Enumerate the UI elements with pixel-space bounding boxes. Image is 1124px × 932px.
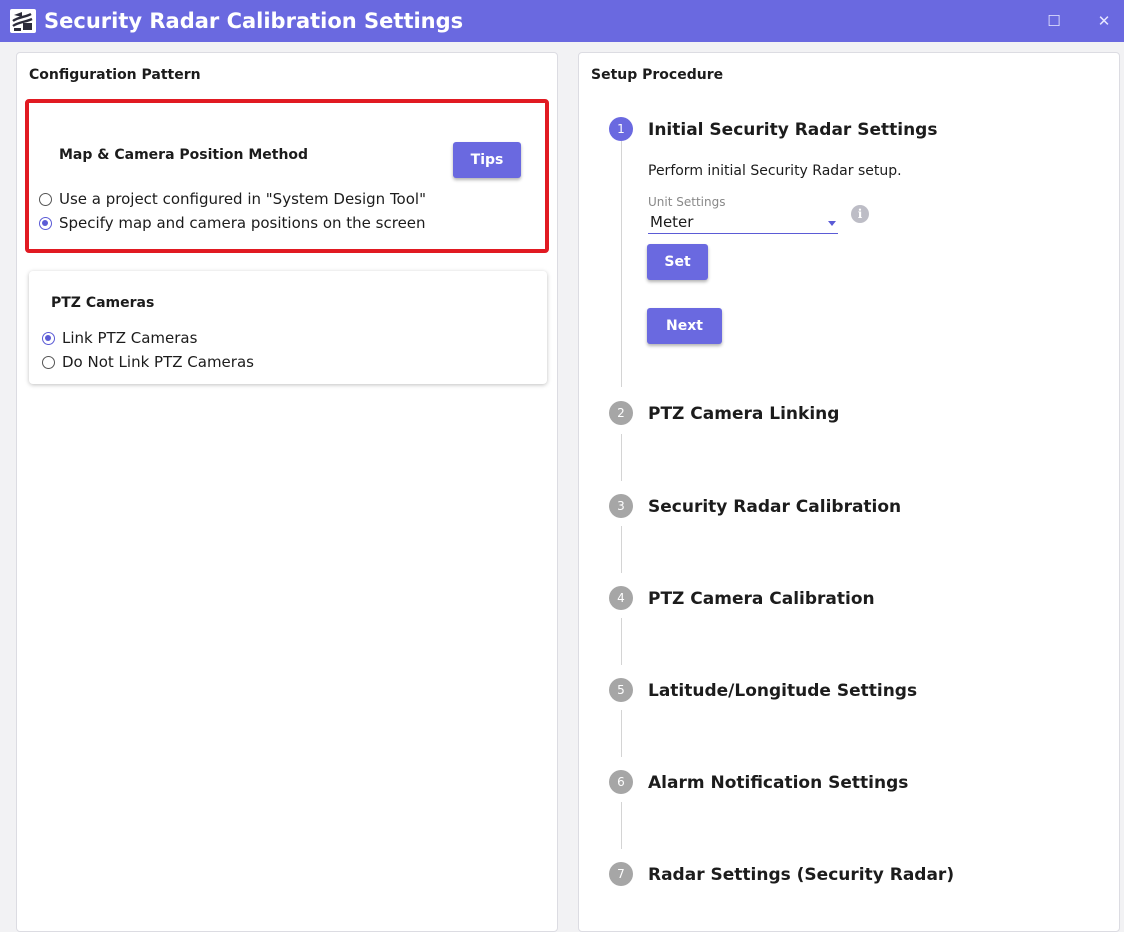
set-button[interactable]: Set — [647, 244, 708, 280]
radio-use-system-design-project[interactable]: Use a project configured in "System Desi… — [39, 190, 426, 208]
ptz-cameras-card: PTZ Cameras Link PTZ Cameras Do Not Link… — [29, 271, 547, 384]
step-7-label[interactable]: Radar Settings (Security Radar) — [648, 865, 954, 885]
step-7-number: 7 — [609, 862, 633, 886]
step-connector — [621, 802, 622, 849]
step-connector — [621, 141, 622, 387]
step-connector — [621, 434, 622, 481]
radio-selected-icon[interactable] — [42, 331, 55, 345]
radio-circle-icon[interactable] — [42, 355, 55, 369]
tips-button[interactable]: Tips — [453, 142, 521, 178]
radar-app-icon — [10, 9, 36, 33]
unit-settings-value: Meter — [650, 213, 694, 231]
step-6-number: 6 — [609, 770, 633, 794]
step-connector — [621, 526, 622, 573]
configuration-pattern-title: Configuration Pattern — [29, 67, 201, 83]
radio-circle-icon[interactable] — [39, 192, 52, 206]
step-4-number: 4 — [609, 586, 633, 610]
close-icon[interactable]: ✕ — [1089, 8, 1119, 34]
unit-settings-select[interactable]: Meter — [648, 213, 838, 234]
ptz-cameras-title: PTZ Cameras — [51, 295, 155, 311]
maximize-icon[interactable]: ☐ — [1039, 8, 1069, 34]
step-5-number: 5 — [609, 678, 633, 702]
step-2-label[interactable]: PTZ Camera Linking — [648, 404, 839, 424]
step-connector — [621, 618, 622, 665]
step-3-label[interactable]: Security Radar Calibration — [648, 497, 901, 517]
radio-label: Use a project configured in "System Desi… — [59, 190, 426, 208]
radio-link-ptz-cameras[interactable]: Link PTZ Cameras — [42, 329, 197, 347]
step-1-description: Perform initial Security Radar setup. — [648, 163, 902, 179]
step-5-label[interactable]: Latitude/Longitude Settings — [648, 681, 917, 701]
step-6-label[interactable]: Alarm Notification Settings — [648, 773, 908, 793]
radio-label: Do Not Link PTZ Cameras — [62, 353, 254, 371]
chevron-down-icon — [828, 221, 836, 226]
title-bar: Security Radar Calibration Settings ☐ ✕ — [0, 0, 1124, 42]
next-button[interactable]: Next — [647, 308, 722, 344]
step-4-label[interactable]: PTZ Camera Calibration — [648, 589, 875, 609]
step-3-number: 3 — [609, 494, 633, 518]
radio-specify-on-screen[interactable]: Specify map and camera positions on the … — [39, 214, 426, 232]
window-title: Security Radar Calibration Settings — [44, 9, 464, 33]
step-2-number: 2 — [609, 401, 633, 425]
setup-procedure-title: Setup Procedure — [591, 67, 724, 83]
step-connector — [621, 710, 622, 757]
configuration-pattern-panel: Configuration Pattern Map & Camera Posit… — [16, 52, 558, 932]
info-icon[interactable]: i — [851, 205, 869, 223]
radio-label: Specify map and camera positions on the … — [59, 214, 426, 232]
setup-procedure-panel: Setup Procedure 1 Initial Security Radar… — [578, 52, 1120, 932]
step-1-label[interactable]: Initial Security Radar Settings — [648, 120, 937, 140]
radio-label: Link PTZ Cameras — [62, 329, 198, 347]
step-1-number: 1 — [609, 117, 633, 141]
map-camera-method-title: Map & Camera Position Method — [59, 147, 309, 163]
radio-do-not-link-ptz-cameras[interactable]: Do Not Link PTZ Cameras — [42, 353, 254, 371]
map-camera-method-card: Map & Camera Position Method Tips Use a … — [25, 99, 549, 253]
unit-settings-label: Unit Settings — [648, 195, 726, 209]
radio-selected-icon[interactable] — [39, 216, 52, 230]
